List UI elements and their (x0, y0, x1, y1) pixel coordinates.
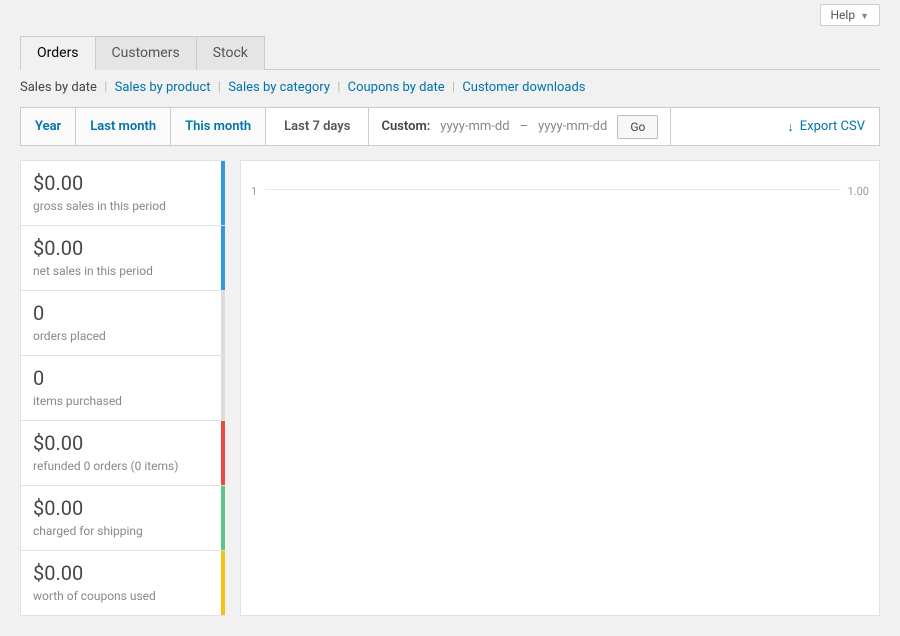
stat-item[interactable]: $0.00 net sales in this period (20, 226, 225, 291)
go-button[interactable]: Go (617, 115, 658, 139)
stat-color-stripe (221, 486, 225, 550)
stat-color-stripe (221, 226, 225, 290)
stat-value: 0 (33, 301, 213, 325)
help-label: Help (831, 8, 856, 22)
date-to-input[interactable]: yyyy-mm-dd (538, 119, 607, 134)
stat-color-stripe (221, 421, 225, 485)
download-icon: ↓ (787, 119, 794, 135)
stat-item[interactable]: $0.00 worth of coupons used (20, 551, 225, 616)
stat-desc: gross sales in this period (33, 199, 213, 213)
stat-item[interactable]: $0.00 charged for shipping (20, 486, 225, 551)
custom-range: Custom: yyyy-mm-dd – yyyy-mm-dd Go (369, 108, 671, 145)
y-axis-left-tick: 1 (251, 185, 257, 198)
subnav-sales-by-product[interactable]: Sales by product (115, 80, 211, 95)
date-from-input[interactable]: yyyy-mm-dd (440, 119, 509, 134)
stat-value: $0.00 (33, 236, 213, 260)
stat-color-stripe (221, 551, 225, 615)
help-button[interactable]: Help ▼ (820, 4, 881, 26)
subnav-current: Sales by date (20, 80, 97, 95)
custom-label: Custom: (381, 119, 430, 134)
separator: | (218, 80, 221, 95)
separator: | (104, 80, 107, 95)
range-year[interactable]: Year (21, 108, 76, 145)
stat-value: $0.00 (33, 496, 213, 520)
export-csv-button[interactable]: ↓ Export CSV (773, 108, 879, 145)
y-axis-right-tick: 1.00 (848, 185, 869, 198)
export-label: Export CSV (800, 119, 865, 134)
separator: | (452, 80, 455, 95)
spacer (671, 108, 773, 145)
date-range-dash: – (520, 119, 529, 134)
stat-item[interactable]: $0.00 gross sales in this period (20, 160, 225, 226)
stat-desc: orders placed (33, 329, 213, 343)
stat-desc: items purchased (33, 394, 213, 408)
subnav-customer-downloads[interactable]: Customer downloads (462, 80, 585, 95)
stat-color-stripe (221, 161, 225, 225)
stat-color-stripe (221, 291, 225, 355)
report-subnav: Sales by date | Sales by product | Sales… (20, 80, 880, 95)
chart-gridline (265, 189, 841, 190)
range-last-month[interactable]: Last month (76, 108, 171, 145)
tab-stock[interactable]: Stock (197, 36, 265, 70)
stat-value: $0.00 (33, 431, 213, 455)
stat-desc: refunded 0 orders (0 items) (33, 459, 213, 473)
stat-desc: worth of coupons used (33, 589, 213, 603)
tab-orders[interactable]: Orders (20, 36, 96, 70)
tab-customers[interactable]: Customers (96, 36, 197, 70)
stats-sidebar: $0.00 gross sales in this period $0.00 net … (20, 160, 225, 616)
stat-color-stripe (221, 356, 225, 420)
stat-desc: charged for shipping (33, 524, 213, 538)
stat-item[interactable]: 0 orders placed (20, 291, 225, 356)
separator: | (337, 80, 340, 95)
stat-value: $0.00 (33, 561, 213, 585)
subnav-sales-by-category[interactable]: Sales by category (228, 80, 330, 95)
range-last-7-days[interactable]: Last 7 days (266, 108, 369, 145)
stat-value: $0.00 (33, 171, 213, 195)
chevron-down-icon: ▼ (860, 12, 869, 22)
main-tabs: Orders Customers Stock (20, 36, 880, 70)
stat-item[interactable]: 0 items purchased (20, 356, 225, 421)
chart-panel: 1 1.00 (240, 160, 880, 616)
range-bar: Year Last month This month Last 7 days C… (20, 107, 880, 146)
range-this-month[interactable]: This month (171, 108, 266, 145)
stat-desc: net sales in this period (33, 264, 213, 278)
stat-item[interactable]: $0.00 refunded 0 orders (0 items) (20, 421, 225, 486)
subnav-coupons-by-date[interactable]: Coupons by date (348, 80, 445, 95)
stat-value: 0 (33, 366, 213, 390)
